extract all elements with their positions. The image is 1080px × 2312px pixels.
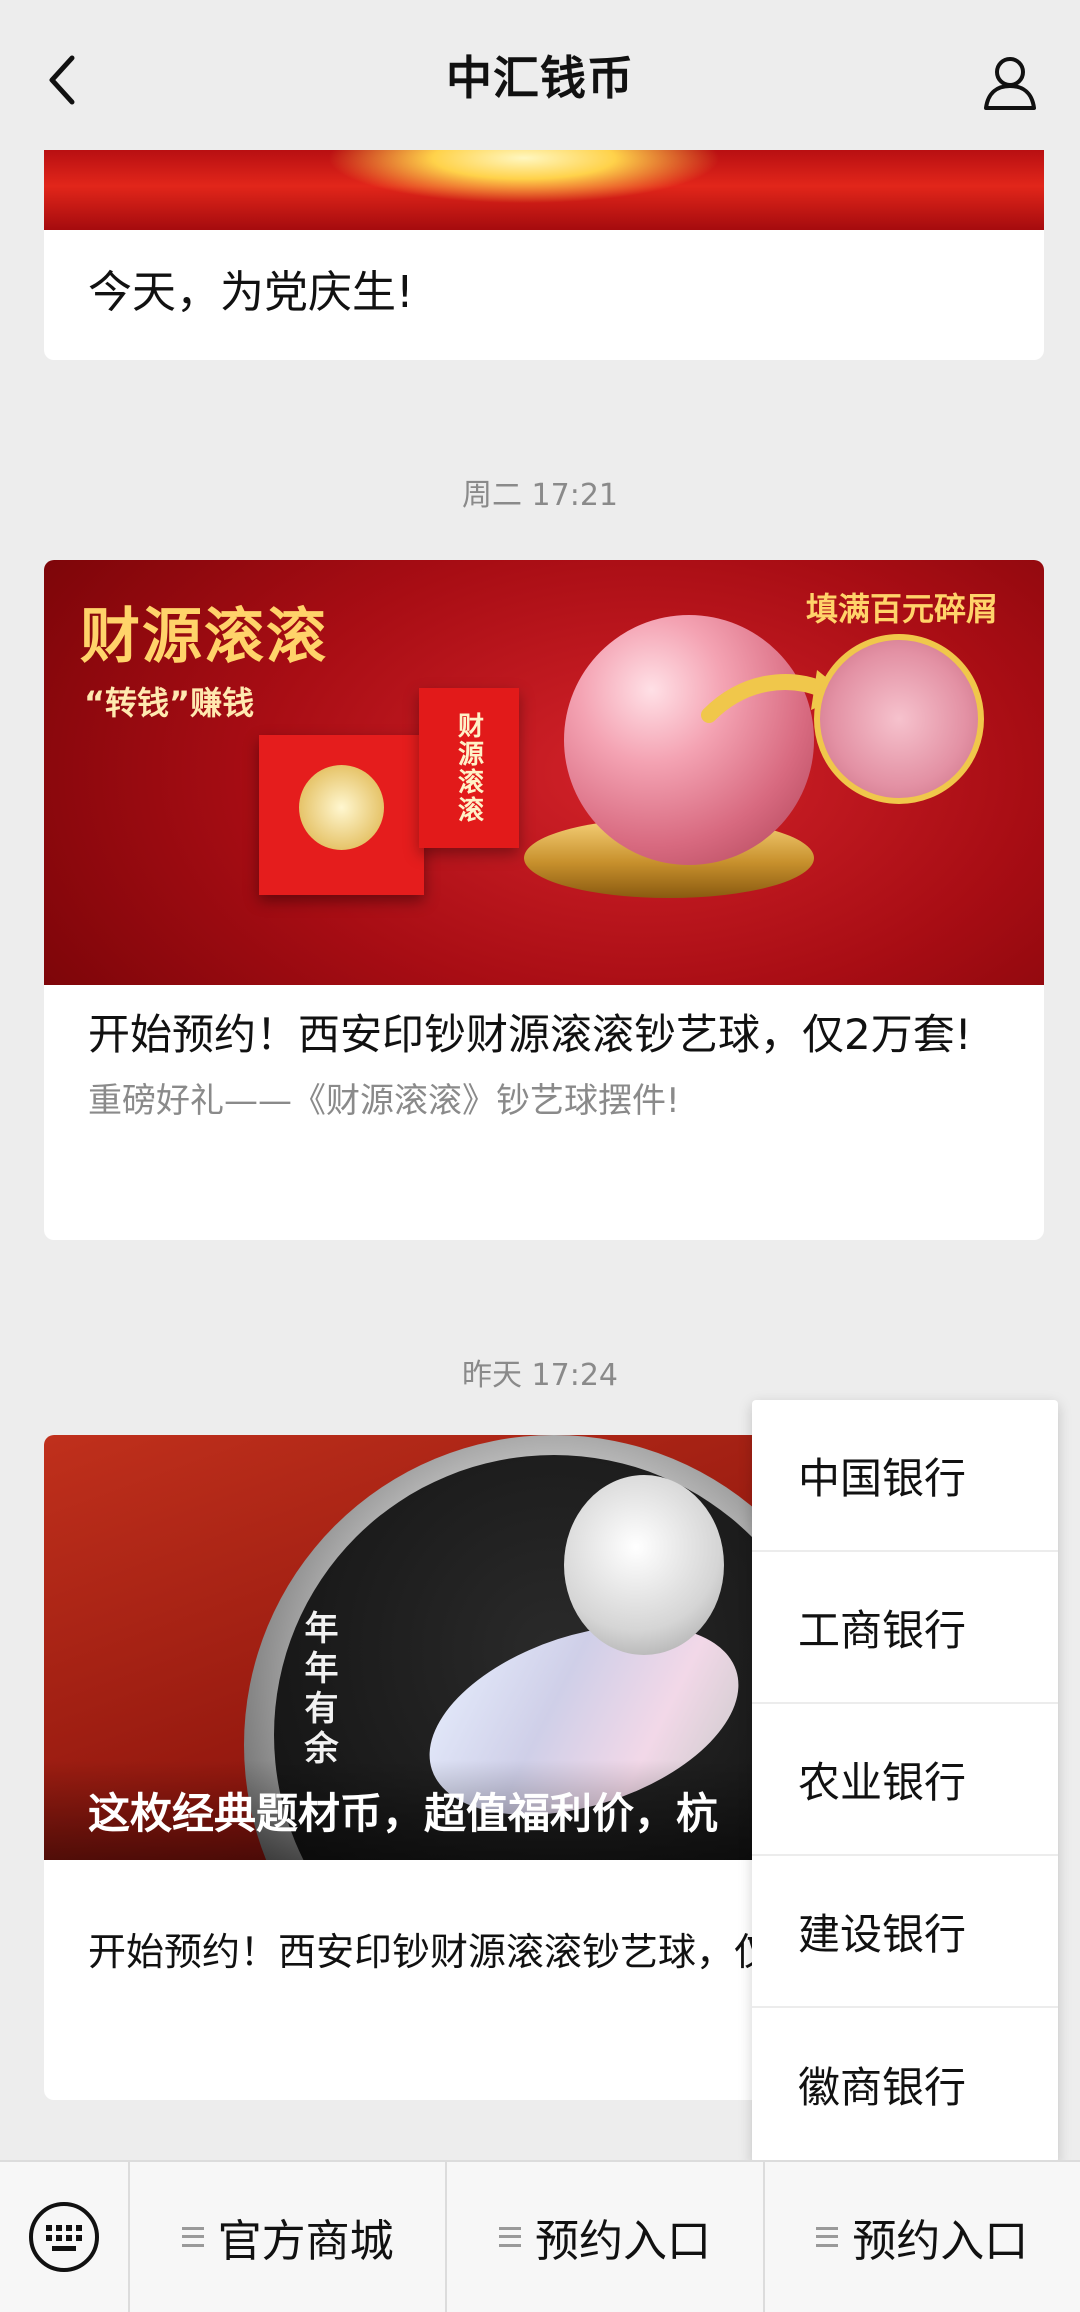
article-card[interactable]: 财源滚滚 “转钱”赚钱 填满百元碎屑 财源滚滚 开始预约！西安印钞财源滚滚钞艺球…	[44, 560, 1044, 1240]
submenu-popup: 中国银行 工商银行 农业银行 建设银行 徽商银行	[752, 1400, 1058, 2163]
back-arrow-icon[interactable]	[40, 50, 90, 110]
menu-button-label: 预约入口	[852, 2216, 1029, 2267]
nav-header: 中汇钱币	[0, 0, 1080, 150]
menu-item-abc[interactable]: 农业银行	[752, 1704, 1058, 1856]
menu-lines-icon	[816, 2227, 839, 2247]
gift-box-label: 财源滚滚	[419, 688, 519, 848]
money-ball-image	[564, 615, 814, 865]
article-description: 重磅好礼——《财源滚滚》钞艺球摆件!	[88, 1081, 680, 1121]
article-banner-image	[44, 150, 1044, 230]
banner-corner-label: 填满百元碎屑	[805, 590, 998, 628]
menu-item-icbc[interactable]: 工商银行	[752, 1552, 1058, 1704]
menu-button-reservation[interactable]: 预约入口	[447, 2161, 765, 2312]
article-card[interactable]: 今天，为党庆生!	[44, 150, 1044, 360]
message-timestamp: 周二 17:21	[462, 478, 618, 513]
coin-inscription: 年年有余	[298, 1610, 338, 1770]
menu-button-label: 预约入口	[534, 2216, 711, 2267]
menu-lines-icon	[498, 2227, 521, 2247]
menu-button-reservation-2[interactable]: 预约入口	[765, 2161, 1080, 2312]
banner-headline: 财源滚滚	[80, 602, 328, 672]
child-relief-image	[564, 1475, 724, 1655]
menu-item-ccb[interactable]: 建设银行	[752, 1856, 1058, 2008]
gift-box-image	[259, 735, 424, 895]
menu-button-label: 官方商城	[217, 2216, 394, 2267]
article-title: 今天，为党庆生!	[88, 267, 414, 318]
banner-subtitle: “转钱”赚钱	[84, 684, 255, 722]
menu-button-official-store[interactable]: 官方商城	[130, 2161, 448, 2312]
article-banner-image: 财源滚滚 “转钱”赚钱 填满百元碎屑 财源滚滚	[44, 560, 1044, 985]
page-title: 中汇钱币	[446, 51, 634, 105]
article-title: 开始预约！西安印钞财源滚滚钞艺球，仅2万套!	[88, 1010, 972, 1059]
menu-item-huishang-bank[interactable]: 徽商银行	[752, 2008, 1058, 2160]
bottom-menu-bar: 官方商城 预约入口 预约入口	[0, 2160, 1080, 2312]
menu-lines-icon	[181, 2227, 204, 2247]
profile-icon[interactable]	[980, 52, 1040, 112]
menu-item-bank-of-china[interactable]: 中国银行	[752, 1400, 1058, 1552]
shredded-notes-closeup-image	[814, 634, 984, 804]
keyboard-icon	[29, 2202, 99, 2272]
keyboard-toggle-button[interactable]	[0, 2161, 130, 2312]
message-timestamp: 昨天 17:24	[462, 1358, 618, 1393]
